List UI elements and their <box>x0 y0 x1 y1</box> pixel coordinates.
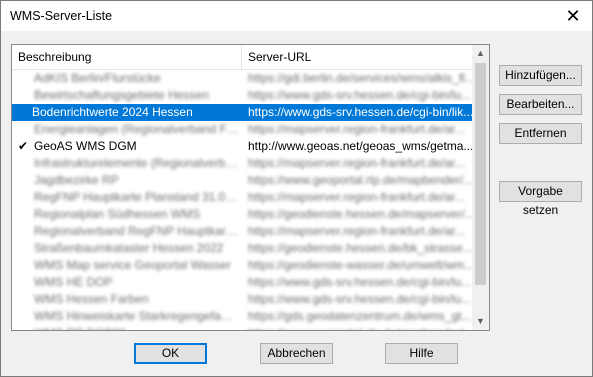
add-button[interactable]: Hinzufügen... <box>499 65 582 86</box>
scroll-down-icon[interactable]: ▼ <box>472 313 489 330</box>
list-item[interactable]: RegFNP Hauptkarte Planstand 31.03.2020 ht… <box>12 189 478 206</box>
server-description: AdKIS Berlin/Flurstücke <box>34 71 161 85</box>
list-item[interactable]: Straßenbaumkataster Hessen 2022 https://g… <box>12 240 478 257</box>
server-description: Energieanlagen (Regionalverband Frankf..… <box>34 122 239 136</box>
list-item[interactable]: WMS RP DOP20 https://www.geoportal.rlp.de… <box>12 325 478 330</box>
ok-button[interactable]: OK <box>134 343 207 364</box>
server-description: WMS HE DOP <box>34 275 113 289</box>
server-description: GeoAS WMS DGM <box>34 139 137 153</box>
server-url: https://mapserver.region-frankfurt.de/ar… <box>248 190 465 204</box>
column-header-beschreibung[interactable]: Beschreibung <box>12 45 242 69</box>
server-description: RegFNP Hauptkarte Planstand 31.03.2020 <box>34 190 239 204</box>
server-description: WMS Hinweiskarte Starkregengefahren ... <box>34 309 239 323</box>
server-url: https://www.geoportal.rlp.de/mapbender/.… <box>248 325 476 330</box>
list-item[interactable]: Regionalverband RegFNP Hauptkarte (G... h… <box>12 223 478 240</box>
list-item[interactable]: Bodenrichtwerte 2024 Hessen https://www.g… <box>12 104 478 121</box>
server-description: WMS Map service Geoportal Wasser <box>34 258 231 272</box>
server-description: Bodenrichtwerte 2024 Hessen <box>32 105 193 119</box>
server-url: http://www.geoas.net/geoas_wms/getma... <box>248 139 474 153</box>
list-item[interactable]: Regionalplan Südhessen WMS https://geodie… <box>12 206 478 223</box>
help-button[interactable]: Hilfe <box>385 343 458 364</box>
server-url: https://mapserver.region-frankfurt.de/ar… <box>248 224 465 238</box>
server-description: Infrastrukturelemente (Regionalverban... <box>34 156 239 170</box>
set-defaults-button[interactable]: Vorgabe setzen <box>499 181 582 217</box>
server-description: WMS Hessen Farben <box>34 292 149 306</box>
list-item[interactable]: WMS Map service Geoportal Wasser https://… <box>12 257 478 274</box>
server-description: Regionalverband RegFNP Hauptkarte (G... <box>34 224 239 238</box>
column-header-server-url[interactable]: Server-URL <box>242 45 478 69</box>
list-item[interactable]: WMS Hinweiskarte Starkregengefahren ... h… <box>12 308 478 325</box>
list-header: Beschreibung Server-URL <box>12 45 478 70</box>
list-rows: AdKIS Berlin/Flurstücke https://gdi.berli… <box>12 70 478 330</box>
list-item[interactable]: WMS HE DOP https://www.gds-srv.hessen.de/… <box>12 274 478 291</box>
list-item[interactable]: ✔ GeoAS WMS DGM http://www.geoas.net/geoas… <box>12 138 478 155</box>
server-description: Regionalplan Südhessen WMS <box>34 207 201 221</box>
edit-button[interactable]: Bearbeiten... <box>499 94 582 115</box>
checkmark-icon: ✔ <box>18 139 29 153</box>
server-description: Straßenbaumkataster Hessen 2022 <box>34 241 224 255</box>
vertical-scrollbar[interactable]: ▲ ▼ <box>472 45 489 330</box>
server-url: https://geodienste.hessen.de/mapserver/.… <box>248 207 475 221</box>
server-url: https://www.gds-srv.hessen.de/cgi-bin/lu… <box>248 275 472 289</box>
server-url: https://mapserver.region-frankfurt.de/ar… <box>248 122 465 136</box>
list-item[interactable]: Bewirtschaftungsgebiete Hessen https://ww… <box>12 87 478 104</box>
dialog-title: WMS-Server-Liste <box>10 9 113 23</box>
server-url: https://www.gds-srv.hessen.de/cgi-bin/li… <box>248 105 474 119</box>
cancel-button[interactable]: Abbrechen <box>260 343 333 364</box>
server-url: https://www.gds-srv.hessen.de/cgi-bin/lu… <box>248 88 472 102</box>
close-icon[interactable]: ✕ <box>560 3 586 29</box>
server-url: https://mapserver.region-frankfurt.de/ar… <box>248 156 465 170</box>
wms-server-list-dialog: WMS-Server-Liste ✕ Beschreibung Server-U… <box>0 0 593 377</box>
server-description: Bewirtschaftungsgebiete Hessen <box>34 88 209 102</box>
server-description: Jagdbezirke RP <box>34 173 119 187</box>
list-item[interactable]: Infrastrukturelemente (Regionalverban...… <box>12 155 478 172</box>
title-bar: WMS-Server-Liste ✕ <box>1 1 592 31</box>
list-item[interactable]: Energieanlagen (Regionalverband Frankf..… <box>12 121 478 138</box>
server-list[interactable]: Beschreibung Server-URL AdKIS Berlin/Flu… <box>11 44 490 331</box>
scroll-up-icon[interactable]: ▲ <box>472 45 489 62</box>
list-item[interactable]: WMS Hessen Farben https://www.gds-srv.hes… <box>12 291 478 308</box>
list-item[interactable]: Jagdbezirke RP https://www.geoportal.rlp.… <box>12 172 478 189</box>
remove-button[interactable]: Entfernen <box>499 123 582 144</box>
list-item[interactable]: AdKIS Berlin/Flurstücke https://gdi.berli… <box>12 70 478 87</box>
server-url: https://gdi.berlin.de/services/wms/alkis… <box>248 71 475 85</box>
scrollbar-thumb[interactable] <box>475 63 486 285</box>
server-url: https://geodienste-wasser.de/umwelt/wm..… <box>248 258 475 272</box>
server-url: https://geodienste.hessen.de/bk_strasse.… <box>248 241 473 255</box>
server-description: WMS RP DOP20 <box>34 325 239 330</box>
server-url: https://www.gds-srv.hessen.de/cgi-bin/lu… <box>248 292 472 306</box>
server-url: https://gds.geodatenzentrum.de/wms_gt... <box>248 309 472 323</box>
server-url: https://www.geoportal.rlp.de/mapbender/.… <box>248 173 474 187</box>
